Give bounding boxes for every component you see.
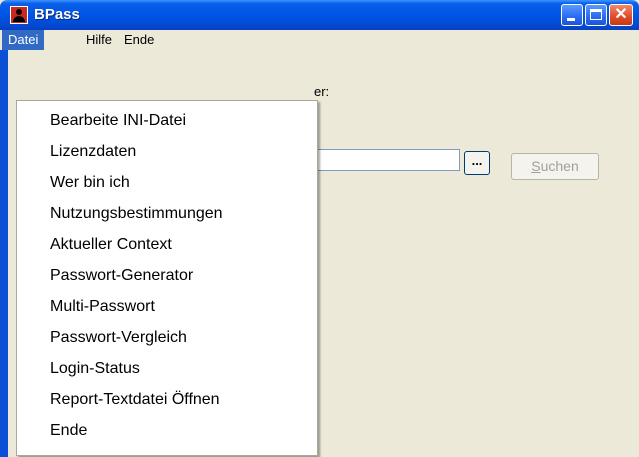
menu-item-bearbeite-ini[interactable]: Bearbeite INI-Datei	[17, 107, 317, 135]
title-bar[interactable]: BPass ✕	[0, 0, 639, 30]
menu-item-wer-bin-ich[interactable]: Wer bin ich	[17, 169, 317, 197]
browse-button[interactable]: ...	[464, 151, 490, 175]
maximize-button[interactable]	[585, 4, 607, 26]
datei-dropdown-menu: Bearbeite INI-Datei Lizenzdaten Wer bin …	[16, 100, 318, 456]
menu-item-report-textdatei[interactable]: Report-Textdatei Öffnen	[17, 386, 317, 414]
menu-bar: Datei Hilfe Ende	[0, 30, 639, 50]
search-underline: S	[531, 158, 541, 174]
menu-item-login-status[interactable]: Login-Status	[17, 355, 317, 383]
menu-datei[interactable]: Datei	[2, 30, 45, 50]
menu-item-multi-passwort[interactable]: Multi-Passwort	[17, 293, 317, 321]
path-input[interactable]	[312, 149, 460, 171]
menu-item-aktueller-context[interactable]: Aktueller Context	[17, 231, 317, 259]
path-label: er:	[314, 84, 330, 99]
menu-item-passwort-vergleich[interactable]: Passwort-Vergleich	[17, 324, 317, 352]
close-button[interactable]: ✕	[609, 4, 633, 26]
search-button[interactable]: Suchen	[511, 153, 599, 180]
menu-hilfe[interactable]: Hilfe	[80, 30, 118, 50]
app-user-icon[interactable]	[10, 6, 28, 24]
minimize-button[interactable]	[561, 4, 583, 26]
search-label: uchen	[540, 158, 579, 174]
window-title: BPass	[34, 6, 80, 23]
close-icon: ✕	[614, 6, 628, 23]
menu-item-nutzungsbestimmungen[interactable]: Nutzungsbestimmungen	[17, 200, 317, 228]
window-frame-left	[0, 50, 8, 457]
menu-ende[interactable]: Ende	[118, 30, 160, 50]
menu-item-ende[interactable]: Ende	[17, 417, 317, 445]
menu-item-passwort-generator[interactable]: Passwort-Generator	[17, 262, 317, 290]
menu-item-lizenzdaten[interactable]: Lizenzdaten	[17, 138, 317, 166]
